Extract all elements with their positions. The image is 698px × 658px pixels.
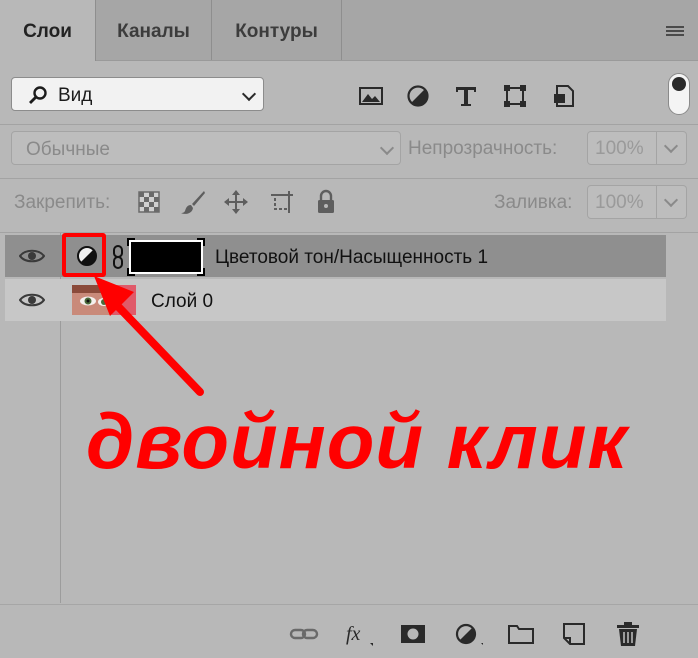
lock-transparent-pixels-icon[interactable]: [136, 189, 162, 215]
fx-icon[interactable]: fx: [343, 621, 373, 647]
smart-object-filter-icon[interactable]: [551, 83, 577, 109]
group-folder-icon[interactable]: [506, 621, 536, 647]
eye-visibility-icon[interactable]: [19, 292, 45, 308]
lock-label: Закрепить:: [14, 192, 111, 213]
lock-position-move-icon[interactable]: [223, 189, 249, 215]
layers-panel: Слои Каналы Контуры Вид Обычные Непрозра…: [0, 0, 698, 658]
panel-menu-icon[interactable]: [666, 26, 684, 38]
fill-dropdown-button[interactable]: [657, 185, 687, 219]
chevron-down-icon: [241, 86, 257, 102]
chevron-down-icon: [663, 192, 679, 208]
eye-visibility-icon[interactable]: [19, 248, 45, 264]
lock-image-pixels-brush-icon[interactable]: [180, 189, 206, 215]
opacity-dropdown-button[interactable]: [657, 131, 687, 165]
fill-input[interactable]: 100%: [587, 185, 657, 219]
layer-name[interactable]: Цветовой тон/Насыщенность 1: [215, 247, 488, 269]
fill-label: Заливка:: [494, 192, 573, 213]
tab-paths[interactable]: Контуры: [212, 0, 342, 60]
chain-link-icon: [113, 245, 123, 269]
tab-layers[interactable]: Слои: [0, 0, 96, 61]
blend-mode-select[interactable]: Обычные: [11, 131, 401, 165]
opacity-label: Непрозрачность:: [408, 138, 558, 159]
opacity-input[interactable]: 100%: [587, 131, 657, 165]
lock-artboard-icon[interactable]: [269, 189, 295, 215]
filter-toggle-switch[interactable]: [668, 73, 690, 115]
blend-mode-label: Обычные: [26, 139, 110, 160]
trash-icon[interactable]: [613, 621, 643, 647]
svg-text:fx: fx: [346, 623, 361, 645]
annotation-arrow: [94, 276, 204, 396]
type-filter-icon[interactable]: [453, 83, 479, 109]
link-layers-icon[interactable]: [289, 621, 319, 647]
layer-mask-thumbnail[interactable]: [127, 238, 205, 276]
layers-bottom-toolbar: fx: [0, 604, 698, 658]
shape-filter-icon[interactable]: [502, 83, 528, 109]
chevron-down-icon: [663, 138, 679, 154]
lock-all-padlock-icon[interactable]: [313, 189, 339, 215]
mask-icon[interactable]: [398, 621, 428, 647]
filter-kind-label: Вид: [58, 85, 93, 106]
new-layer-icon[interactable]: [559, 621, 589, 647]
chevron-down-icon: [379, 140, 395, 156]
tab-bar: Слои Каналы Контуры: [0, 0, 698, 61]
search-icon: [29, 86, 47, 104]
annotation-text: двойной клик: [86, 397, 628, 485]
adjustment-filter-icon[interactable]: [405, 83, 431, 109]
tab-channels[interactable]: Каналы: [96, 0, 212, 60]
adjustment-layer-icon[interactable]: [453, 621, 483, 647]
image-filter-icon[interactable]: [358, 83, 384, 109]
layer-filter-select[interactable]: Вид: [11, 77, 264, 111]
